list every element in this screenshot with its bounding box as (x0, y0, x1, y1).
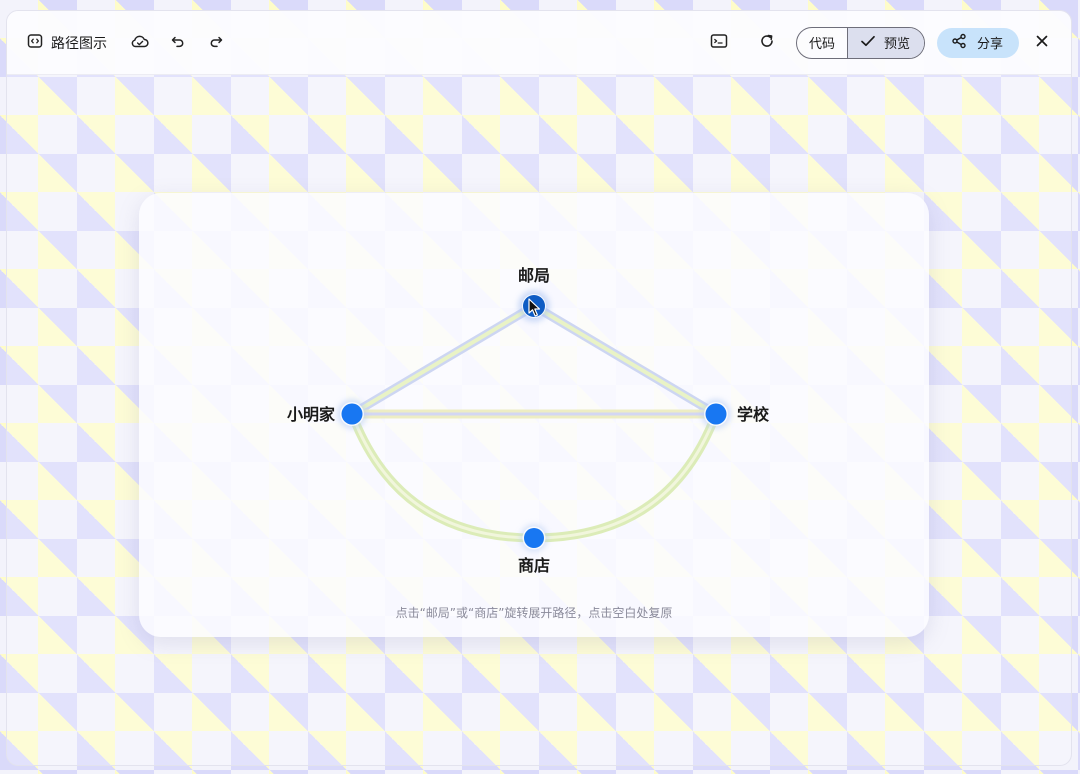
post-office-label[interactable]: 邮局 (518, 266, 550, 285)
preview-tab-label: 预览 (883, 37, 910, 52)
share-button[interactable]: 分享 (936, 27, 1019, 58)
redo-icon (208, 33, 224, 53)
node-shop[interactable]: 商店 (518, 524, 550, 575)
check-icon (860, 34, 876, 52)
share-label: 分享 (976, 37, 1003, 52)
code-tab[interactable]: 代码 (797, 28, 847, 58)
home-label: 小明家 (287, 405, 336, 424)
save-cloud-button[interactable] (121, 28, 159, 58)
home-dot[interactable] (341, 403, 363, 425)
code-tab-label: 代码 (808, 37, 835, 52)
refresh-button[interactable] (748, 28, 786, 58)
edge-post-office-school-inner (532, 304, 718, 416)
edge-home-shop-school-inner (350, 412, 718, 540)
edge-home-shop-school[interactable] (347, 409, 721, 543)
console-button[interactable] (700, 28, 738, 58)
redo-button[interactable] (197, 28, 235, 58)
top-toolbar: 路径图示 代码 预览 分享 (7, 11, 1071, 75)
shop-label[interactable]: 商店 (518, 556, 550, 575)
mouse-cursor-icon (528, 298, 541, 317)
cloud-icon (130, 33, 150, 53)
app-window: 路径图示 代码 预览 分享 邮局 小明家 学校 商店 点击“邮局”或“商店”旋转… (6, 10, 1072, 766)
undo-icon (170, 33, 186, 53)
school-dot[interactable] (705, 403, 727, 425)
close-icon (1035, 34, 1049, 52)
school-label: 学校 (737, 405, 770, 424)
terminal-icon (710, 33, 728, 53)
route-edges (347, 301, 721, 543)
toolbar-left-group: 路径图示 (7, 28, 235, 58)
share-icon (951, 33, 967, 53)
preview-tab[interactable]: 预览 (846, 27, 924, 58)
refresh-icon (759, 33, 775, 53)
shop-dot[interactable] (524, 528, 544, 548)
edge-home-post-office-inner (350, 304, 536, 416)
node-school[interactable]: 学校 (701, 399, 770, 429)
close-button[interactable] (1027, 28, 1057, 58)
artifact-title: 路径图示 (51, 35, 107, 52)
instruction-hint: 点击“邮局”或“商店”旋转展开路径，点击空白处复原 (395, 606, 673, 620)
preview-card[interactable]: 邮局 小明家 学校 商店 点击“邮局”或“商店”旋转展开路径，点击空白处复原 (139, 193, 929, 637)
code-panel-icon (27, 33, 43, 53)
undo-button[interactable] (159, 28, 197, 58)
toolbar-right-group: 代码 预览 分享 (700, 26, 1071, 59)
artifact-title-button[interactable]: 路径图示 (27, 28, 121, 58)
route-graph: 邮局 小明家 学校 商店 (287, 266, 770, 575)
node-home[interactable]: 小明家 (287, 399, 367, 429)
view-mode-toggle: 代码 预览 (795, 26, 925, 59)
